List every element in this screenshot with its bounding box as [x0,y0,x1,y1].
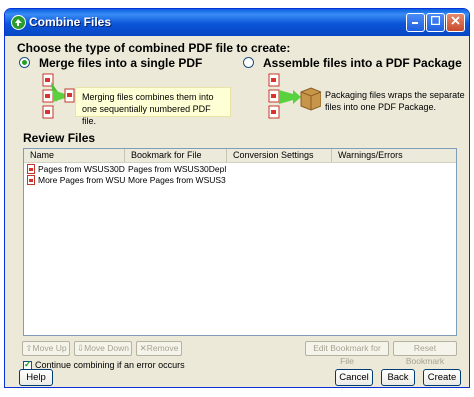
pdf-file-icon [27,175,35,185]
title-bar[interactable]: Combine Files [5,9,469,36]
table-row[interactable]: More Pages from WSUS... More Pages from … [24,174,456,186]
move-down-button[interactable]: ⇩Move Down [74,341,132,356]
package-files-icon [268,73,321,119]
move-up-button[interactable]: ⇧Move Up [22,341,70,356]
page-title: Choose the type of combined PDF file to … [17,41,291,55]
close-icon [451,16,460,25]
window-title: Combine Files [29,15,112,29]
pdf-file-icon [27,164,35,174]
merge-option-label[interactable]: Merge files into a single PDF [39,56,202,70]
merge-radio[interactable] [19,57,30,68]
acrobat-app-icon [11,15,26,30]
reset-bookmark-button[interactable]: Reset Bookmark [393,341,457,366]
column-header-conversion[interactable]: Conversion Settings [227,149,332,162]
review-files-label: Review Files [23,131,96,145]
merge-files-icon [42,73,75,119]
radio-selected-dot [22,60,27,65]
help-button[interactable]: Help [19,369,53,386]
back-button[interactable]: Back [381,369,415,386]
row-bookmark: More Pages from WSUS30... [128,175,226,185]
row-name: More Pages from WSUS... [38,175,125,185]
column-header-warnings[interactable]: Warnings/Errors [332,149,458,162]
assemble-radio[interactable] [243,57,254,68]
column-header-name[interactable]: Name [24,149,125,162]
close-button[interactable] [446,13,465,32]
maximize-button[interactable] [426,13,445,32]
table-header: Name Bookmark for File Conversion Settin… [24,149,456,163]
minimize-icon [412,22,418,24]
move-down-label: Move Down [84,343,129,353]
continue-on-error-label[interactable]: Continue combining if an error occurs [35,360,185,370]
cancel-button[interactable]: Cancel [335,369,373,386]
minimize-button[interactable] [406,13,425,32]
create-button[interactable]: Create [423,369,461,386]
column-header-bookmark[interactable]: Bookmark for File [125,149,227,162]
move-up-label: Move Up [32,343,67,353]
combine-files-dialog: Combine Files Choose the type of combine… [4,8,470,388]
remove-button[interactable]: ✕Remove [136,341,182,356]
maximize-icon [430,15,441,26]
remove-label: Remove [146,343,179,353]
remove-x-icon: ✕ [139,343,147,353]
review-files-table[interactable]: Name Bookmark for File Conversion Settin… [23,148,457,336]
assemble-option-label[interactable]: Assemble files into a PDF Package [263,56,462,70]
edit-bookmark-button[interactable]: Edit Bookmark for File [305,341,389,366]
assemble-description: Packaging files wraps the separate files… [325,90,465,112]
merge-description: Merging files combines them into one seq… [75,87,231,126]
up-arrow-icon: ⇧ [25,343,33,353]
